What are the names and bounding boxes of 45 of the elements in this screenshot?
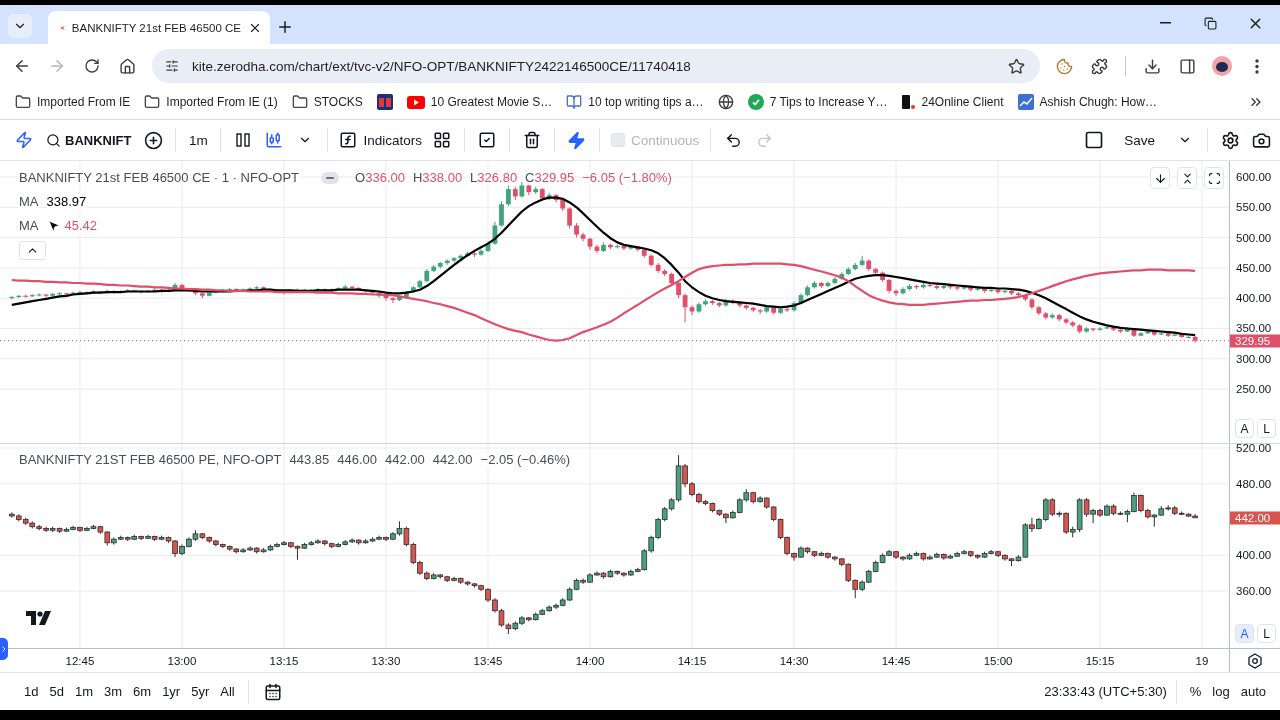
clock-text: 23:33:43 (UTC+5:30) [1044,684,1167,699]
axis-label: 520.00 [1236,442,1272,454]
time-label: 15:00 [983,654,1013,667]
time-label: 14:15 [677,654,707,667]
axis-label: 400.00 [1236,549,1272,562]
ohlc-value: 446.00 [337,452,378,467]
axis-label: 250.00 [1236,383,1272,396]
axis-label: 500.00 [1236,231,1272,244]
axis-label: 350.00 [1236,322,1272,335]
series-title: BANKNIFTY 21ST FEB 46500 PE, NFO-OPT [19,452,282,467]
axis-label: 360.00 [1236,585,1272,598]
axis-label: 480.00 [1236,477,1272,490]
price-tag: 442.00 [1230,511,1280,525]
time-label: 13:00 [167,654,197,667]
price-tag: 329.95 [1230,334,1280,348]
axis-label: 400.00 [1236,292,1272,305]
ohlc-value: 442.00 [432,452,473,467]
ohlc-readout: L326.80 [470,170,518,185]
axis-label: 600.00 [1236,171,1272,183]
time-label: 14:00 [575,654,605,667]
time-label: 15:15 [1085,654,1115,667]
indicator-name: MA [19,194,39,209]
time-label: 13:45 [473,654,503,667]
axis-label: 300.00 [1236,352,1272,365]
ohlc-value: 442.00 [385,452,425,467]
time-label: 13:15 [269,654,299,667]
time-label: 14:30 [779,654,809,667]
indicator-name: MA [19,218,39,233]
time-label: 12:45 [65,654,95,667]
ohlc-value: 443.85 [289,452,330,467]
url-text: kite.zerodha.com/chart/ext/tvc-v2/NFO-OPT/BANKNIFTY2422146500CE/11740418 [192,58,692,74]
series-title: BANKNIFTY 21st FEB 46500 CE · 1 · NFO-OPT [19,170,300,185]
date-label: 19 [1195,654,1209,667]
price-change: −2.05 (−0.46%) [480,452,571,467]
axis-label: 550.00 [1236,201,1272,214]
ohlc-readout: C329.95 [525,170,575,185]
indicator-value: 338.97 [46,194,87,209]
tab-title: BANKNIFTY 21st FEB 46500 CE [71,21,241,34]
axis-label: 450.00 [1236,261,1272,274]
time-label: 14:45 [881,654,911,667]
indicator-value: 45.42 [64,218,98,233]
time-label: 13:30 [371,654,401,667]
price-change: −6.05 (−1.80%) [582,170,672,185]
ohlc-readout: H338.00 [412,170,463,185]
ohlc-readout: O336.00 [355,170,405,185]
